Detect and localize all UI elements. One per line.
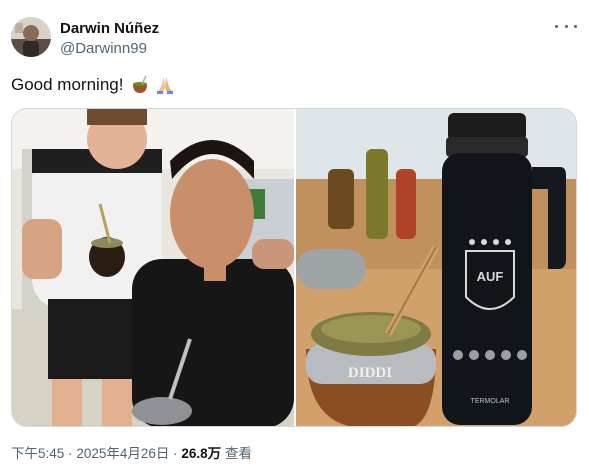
thermos-brand: TERMOLAR: [471, 398, 510, 405]
tweet-date[interactable]: 2025年4月26日: [76, 446, 169, 461]
views-label[interactable]: 查看: [225, 446, 252, 461]
tweet-text: Good morning!: [11, 73, 175, 97]
mate-icon: [130, 75, 150, 95]
folded-hands-icon: [155, 75, 175, 95]
gourd-engraving: DIDDI: [348, 365, 392, 381]
author-names: Darwin Núñez @Darwinn99: [60, 19, 159, 59]
meta-separator-1: ·: [68, 446, 73, 461]
author-display-name[interactable]: Darwin Núñez: [60, 19, 159, 39]
tweet-header: Darwin Núñez @Darwinn99: [11, 14, 577, 60]
avatar[interactable]: [11, 17, 51, 57]
tweet-meta: 下午5:45 · 2025年4月26日 · 26.8万 查看: [11, 445, 252, 463]
more-dots-icon[interactable]: [555, 18, 577, 34]
photo-mate-thermos[interactable]: DIDDI AUF TERMOLAR: [296, 109, 576, 426]
tweet-text-content: Good morning!: [11, 75, 124, 94]
thermos-crest-text: AUF: [477, 269, 504, 284]
tweet-time[interactable]: 下午5:45: [11, 446, 64, 461]
views-count[interactable]: 26.8万: [181, 446, 221, 461]
media-grid: DIDDI AUF TERMOLAR: [11, 108, 577, 427]
meta-separator-2: ·: [173, 446, 178, 461]
avatar-image: [11, 17, 51, 57]
photo-selfie[interactable]: [12, 109, 294, 426]
author-handle[interactable]: @Darwinn99: [60, 39, 159, 59]
